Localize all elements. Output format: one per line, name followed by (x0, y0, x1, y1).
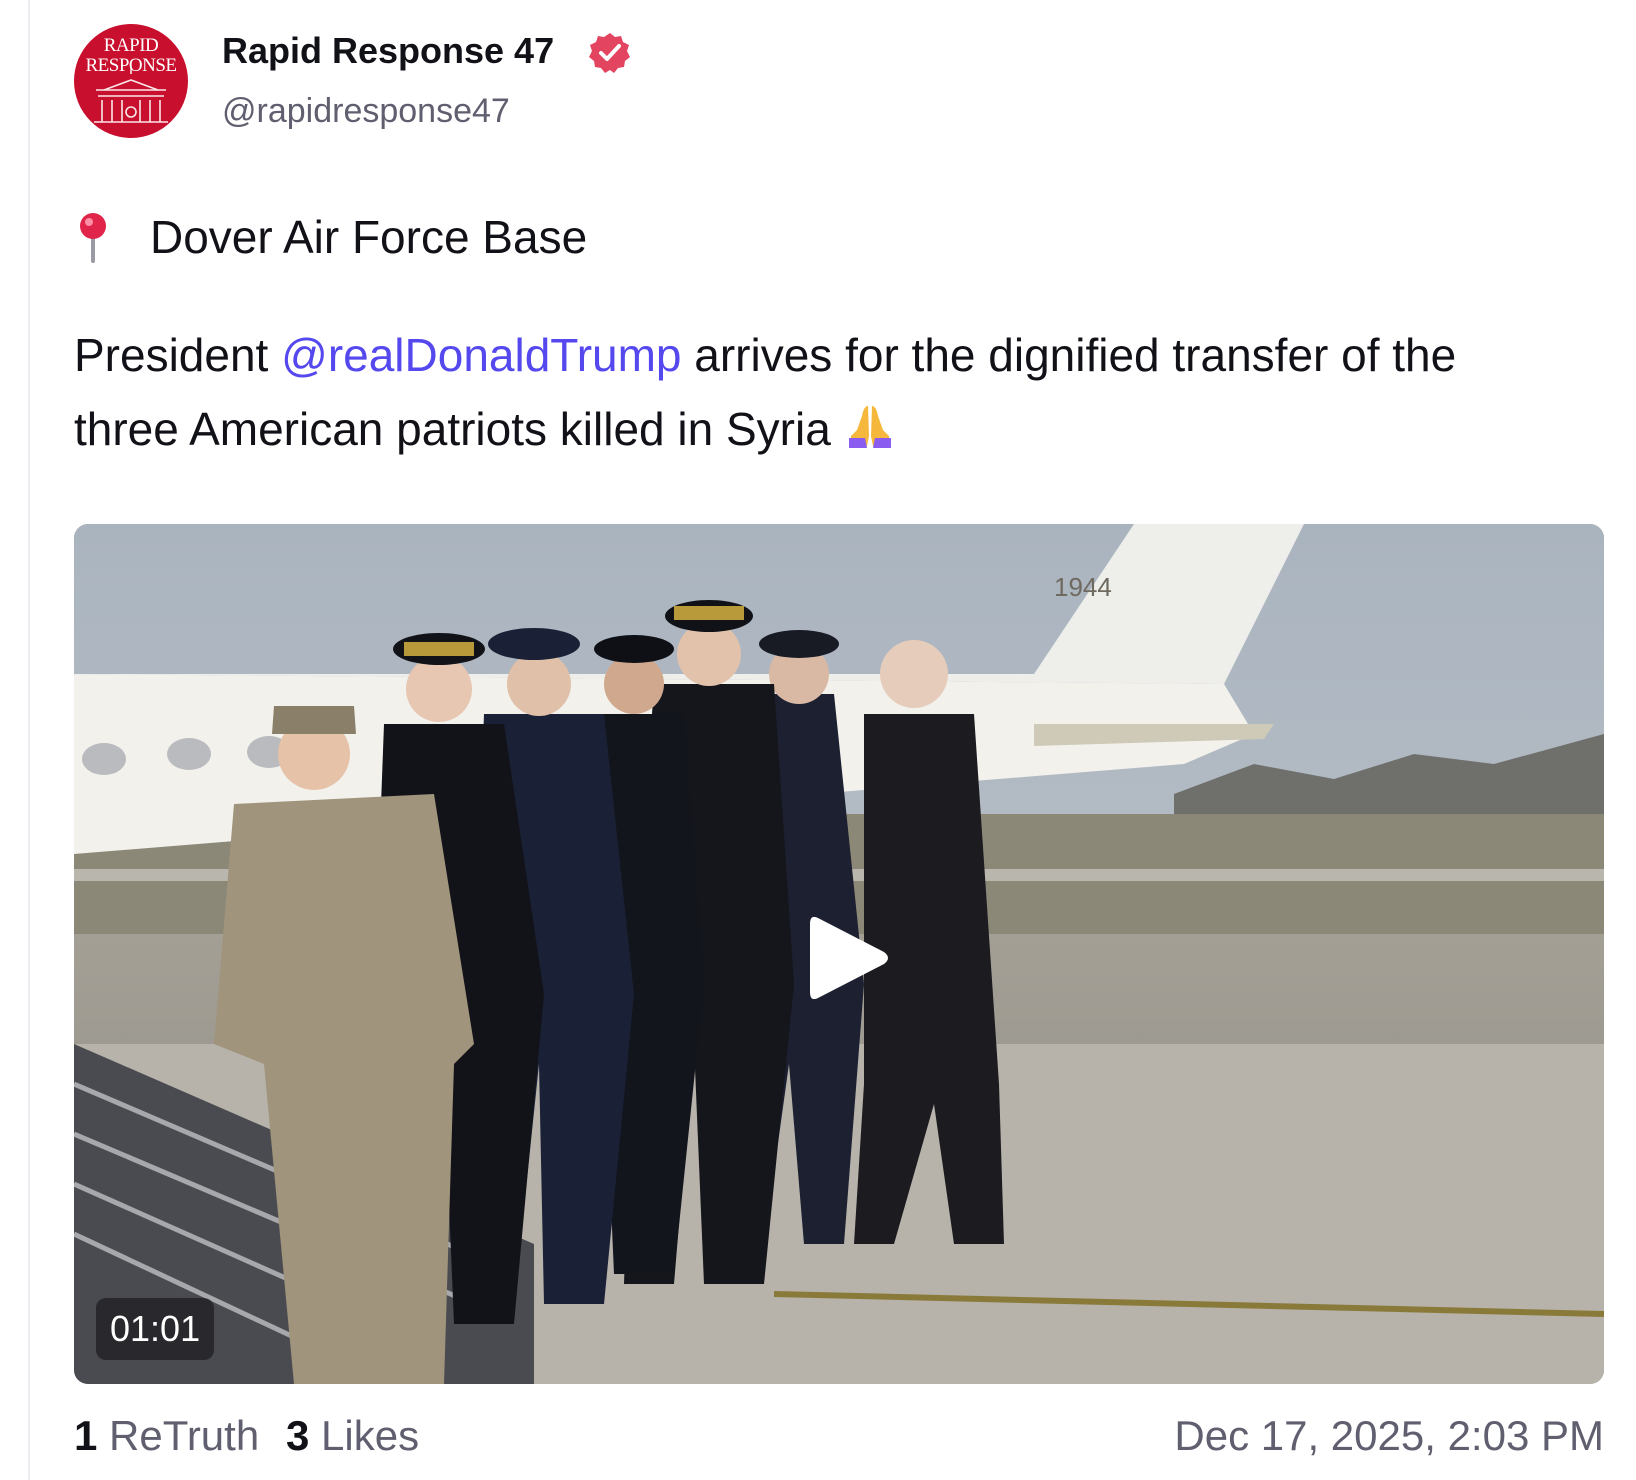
avatar[interactable]: RAPID RESPONSE (74, 24, 188, 138)
video-player[interactable]: 1944 01:01 (74, 524, 1604, 1384)
verified-badge-icon (589, 33, 630, 73)
retruth-count: 1 (74, 1412, 98, 1459)
display-name[interactable]: Rapid Response 47 (222, 30, 554, 72)
avatar-text-line1: RAPID (103, 35, 159, 56)
post-text: President @realDonaldTrump arrives for t… (74, 318, 1554, 466)
post-timestamp[interactable]: Dec 17, 2025, 2:03 PM (1174, 1412, 1604, 1460)
account-handle[interactable]: @rapidresponse47 (222, 92, 510, 131)
post-text-before: President (74, 329, 282, 381)
video-duration-badge: 01:01 (96, 1298, 215, 1360)
round-pushpin-icon (80, 212, 106, 263)
left-border (28, 0, 30, 1480)
likes-stat[interactable]: 3 Likes (286, 1412, 419, 1460)
location-line: Dover Air Force Base (74, 210, 587, 267)
likes-count: 3 (286, 1412, 310, 1459)
play-icon[interactable] (806, 910, 890, 1006)
avatar-text-line2: RESPONSE (85, 55, 177, 76)
location-text: Dover Air Force Base (150, 211, 588, 263)
likes-label: Likes (321, 1412, 420, 1459)
praying-hands-icon (848, 405, 891, 448)
post-footer: 1 ReTruth 3 Likes Dec 17, 2025, 2:03 PM (74, 1412, 1604, 1468)
aircraft-tail-number: 1944 (1054, 572, 1112, 602)
retruth-stat[interactable]: 1 ReTruth (74, 1412, 259, 1460)
mention-link[interactable]: @realDonaldTrump (281, 329, 681, 381)
retruth-label: ReTruth (109, 1412, 260, 1459)
